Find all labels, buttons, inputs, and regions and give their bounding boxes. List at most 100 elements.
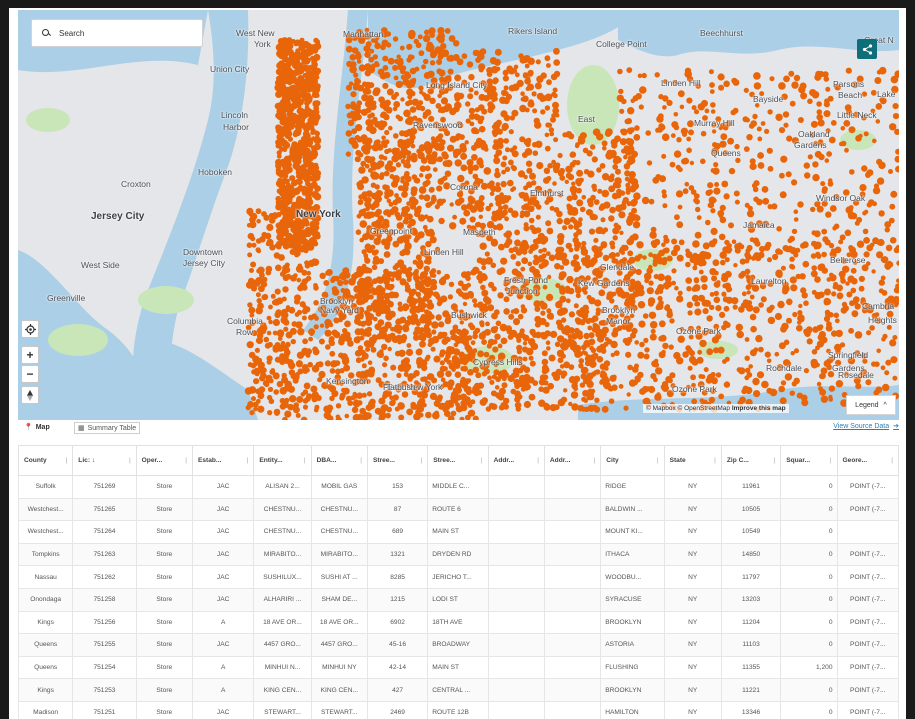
store-marker[interactable] — [295, 360, 303, 368]
store-marker[interactable] — [355, 229, 362, 235]
store-marker[interactable] — [516, 337, 522, 343]
store-marker[interactable] — [560, 370, 568, 378]
store-marker[interactable] — [258, 386, 266, 393]
store-marker[interactable] — [246, 207, 254, 215]
store-marker[interactable] — [544, 132, 550, 138]
store-marker[interactable] — [286, 120, 293, 127]
store-marker[interactable] — [350, 395, 356, 401]
store-marker[interactable] — [475, 137, 483, 145]
store-marker[interactable] — [503, 241, 510, 249]
store-marker[interactable] — [308, 314, 314, 321]
store-marker[interactable] — [634, 125, 640, 131]
store-marker[interactable] — [262, 293, 269, 301]
store-marker[interactable] — [576, 169, 584, 177]
store-marker[interactable] — [818, 386, 824, 392]
store-marker[interactable] — [522, 72, 528, 78]
store-marker[interactable] — [275, 162, 282, 169]
store-marker[interactable] — [884, 227, 890, 233]
store-marker[interactable] — [750, 325, 757, 333]
store-marker[interactable] — [429, 392, 438, 400]
store-marker[interactable] — [268, 304, 273, 310]
store-marker[interactable] — [772, 253, 779, 261]
store-marker[interactable] — [833, 223, 840, 230]
store-marker[interactable] — [358, 209, 366, 217]
store-marker[interactable] — [418, 186, 427, 194]
store-marker[interactable] — [631, 198, 638, 205]
store-marker[interactable] — [523, 222, 529, 228]
store-marker[interactable] — [448, 35, 456, 42]
store-marker[interactable] — [319, 272, 326, 279]
store-marker[interactable] — [797, 117, 804, 123]
store-marker[interactable] — [504, 216, 509, 222]
store-marker[interactable] — [541, 358, 549, 366]
store-marker[interactable] — [482, 398, 487, 404]
store-marker[interactable] — [280, 128, 287, 135]
store-marker[interactable] — [364, 268, 370, 274]
store-marker[interactable] — [662, 342, 669, 350]
table-row[interactable]: Westchest... 751265 Store JAC CHESTNU... CHES… — [17, 497, 900, 522]
store-marker[interactable] — [383, 71, 391, 79]
column-menu-icon[interactable]: | — [481, 457, 483, 464]
table-row[interactable]: Tompkins 751263 Store JAC MIRABITO... MIRABIT… — [17, 542, 900, 567]
store-marker[interactable] — [888, 169, 893, 174]
store-marker[interactable] — [365, 331, 372, 337]
column-header[interactable]: Zip C... | — [720, 445, 782, 476]
store-marker[interactable] — [780, 265, 786, 271]
store-marker[interactable] — [694, 308, 702, 316]
store-marker[interactable] — [440, 295, 448, 303]
store-marker[interactable] — [662, 105, 667, 110]
store-marker[interactable] — [518, 53, 524, 59]
store-marker[interactable] — [845, 67, 852, 74]
table-row[interactable]: Kings 751256 Store A 18 AVE OR... 18 AVE OR..… — [17, 610, 900, 635]
store-marker[interactable] — [547, 163, 553, 169]
store-marker[interactable] — [778, 127, 786, 134]
store-marker[interactable] — [339, 272, 347, 280]
store-marker[interactable] — [686, 147, 692, 154]
store-marker[interactable] — [638, 320, 646, 328]
store-marker[interactable] — [833, 312, 840, 319]
column-menu-icon[interactable]: | — [594, 457, 596, 464]
store-marker[interactable] — [767, 257, 772, 263]
store-marker[interactable] — [582, 389, 589, 397]
store-marker[interactable] — [500, 402, 506, 408]
store-marker[interactable] — [486, 182, 493, 189]
store-marker[interactable] — [299, 109, 307, 117]
store-marker[interactable] — [313, 220, 320, 227]
store-marker[interactable] — [841, 301, 848, 308]
store-marker[interactable] — [480, 142, 488, 151]
store-marker[interactable] — [495, 320, 502, 327]
store-marker[interactable] — [276, 380, 284, 388]
store-marker[interactable] — [279, 68, 287, 76]
store-marker[interactable] — [335, 414, 341, 420]
store-marker[interactable] — [713, 296, 721, 304]
store-marker[interactable] — [441, 402, 448, 409]
store-marker[interactable] — [381, 404, 389, 412]
store-marker[interactable] — [717, 346, 725, 354]
store-marker[interactable] — [728, 222, 734, 229]
store-marker[interactable] — [817, 119, 825, 127]
store-marker[interactable] — [480, 258, 488, 266]
store-marker[interactable] — [709, 292, 715, 297]
store-marker[interactable] — [519, 191, 526, 199]
store-marker[interactable] — [881, 290, 888, 296]
store-marker[interactable] — [670, 249, 678, 257]
store-marker[interactable] — [295, 199, 302, 206]
store-marker[interactable] — [812, 173, 820, 182]
store-marker[interactable] — [862, 228, 869, 235]
store-marker[interactable] — [500, 110, 508, 118]
store-marker[interactable] — [252, 361, 258, 367]
store-marker[interactable] — [634, 376, 641, 383]
store-marker[interactable] — [706, 315, 713, 322]
store-marker[interactable] — [267, 410, 273, 416]
store-marker[interactable] — [673, 112, 679, 117]
store-marker[interactable] — [823, 297, 831, 305]
store-marker[interactable] — [463, 336, 470, 343]
store-marker[interactable] — [862, 210, 867, 216]
store-marker[interactable] — [272, 318, 280, 327]
store-marker[interactable] — [364, 244, 371, 251]
store-marker[interactable] — [577, 137, 586, 145]
store-marker[interactable] — [313, 283, 318, 288]
column-menu-icon[interactable]: | — [891, 457, 893, 464]
store-marker[interactable] — [745, 248, 751, 254]
store-marker[interactable] — [648, 280, 654, 286]
